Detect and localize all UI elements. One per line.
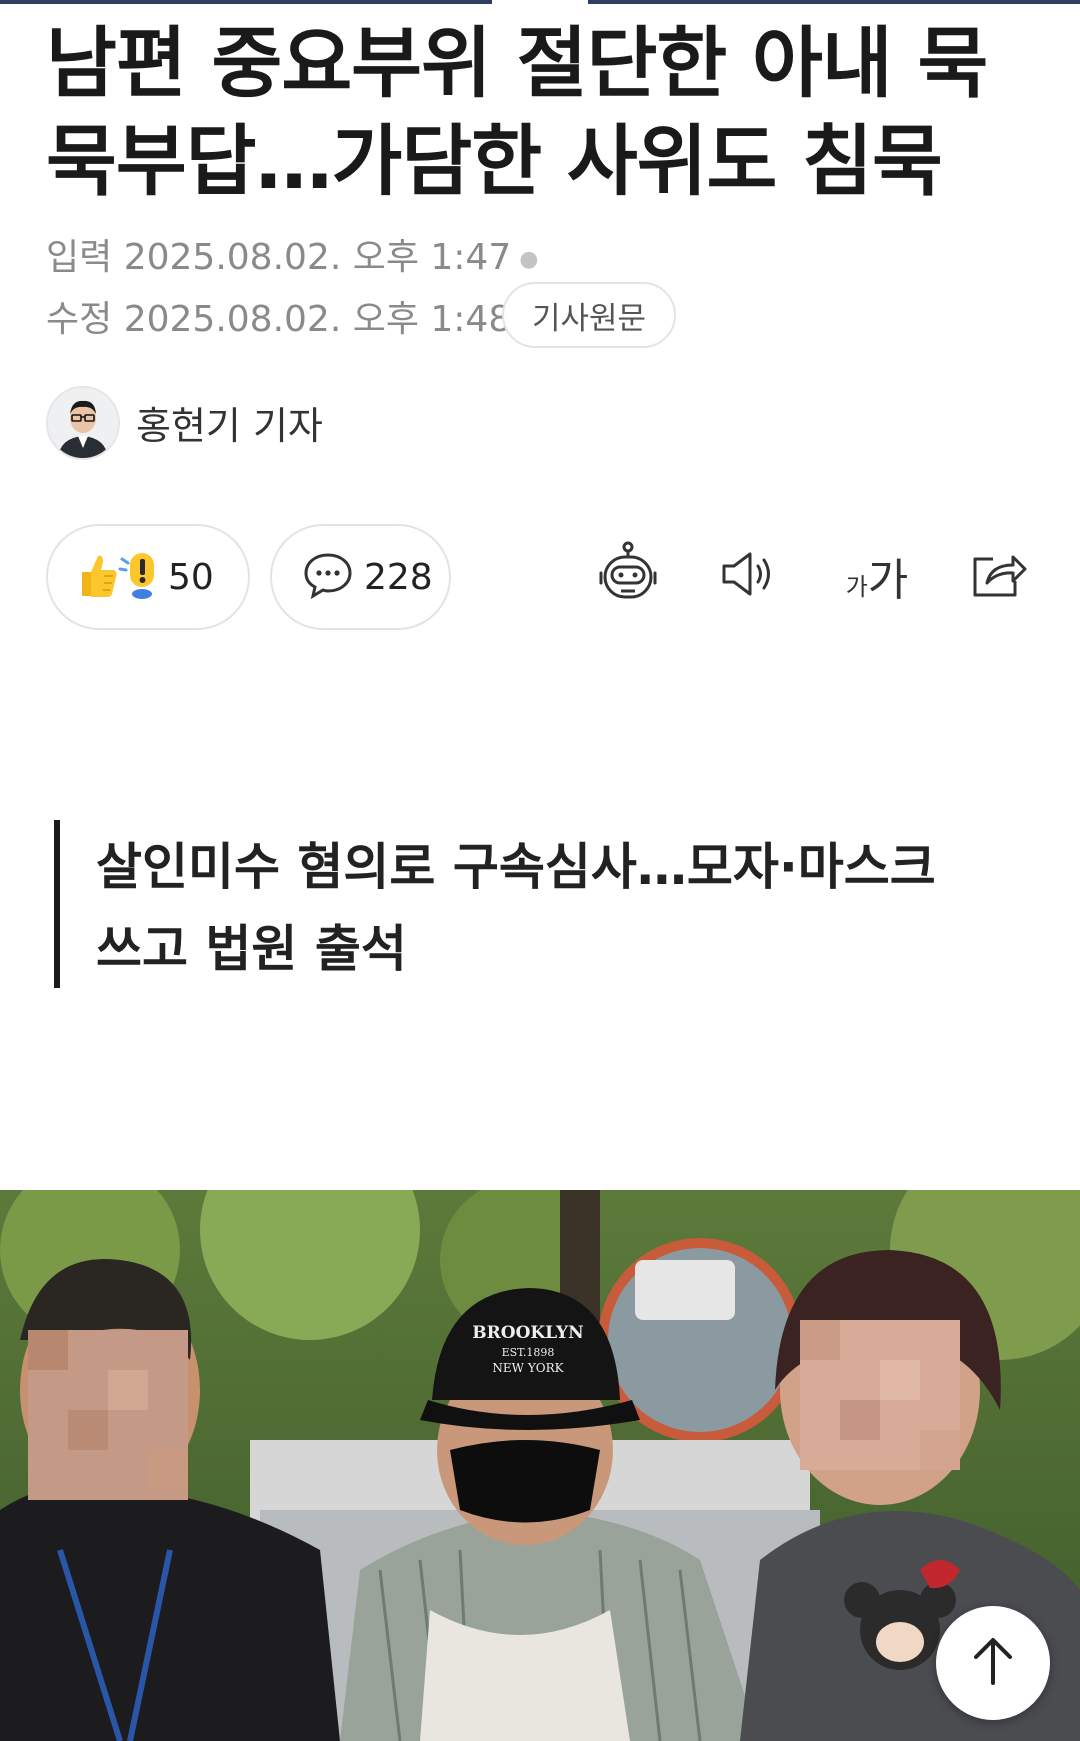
input-datetime: 2025.08.02. 오후 1:47: [123, 237, 512, 278]
share-button[interactable]: [958, 536, 1038, 616]
font-size-icon: 가가: [846, 544, 909, 608]
article-subtitle: 살인미수 혐의로 구속심사…모자·마스크 쓰고 법원 출석: [54, 820, 994, 988]
ai-summary-button[interactable]: [588, 536, 668, 616]
progress-segment: [0, 0, 492, 4]
reaction-count: 50: [168, 556, 214, 598]
cap-text-line2: EST.1898: [502, 1346, 555, 1359]
input-label: 입력: [46, 237, 113, 278]
modified-label: 수정: [46, 299, 113, 340]
comment-icon: [302, 549, 354, 605]
font-size-small-label: 가: [845, 573, 868, 601]
font-size-button[interactable]: 가가: [832, 536, 922, 616]
robot-summary-icon: [593, 539, 663, 613]
article-photo[interactable]: BROOKLYN EST.1898 NEW YORK: [0, 1190, 1080, 1741]
original-article-button[interactable]: 기사원문: [502, 282, 676, 348]
comment-button[interactable]: 228: [270, 524, 451, 630]
exclamation-icon: [118, 549, 158, 605]
modified-datetime: 2025.08.02. 오후 1:48: [123, 299, 512, 340]
reaction-button[interactable]: 50: [46, 524, 250, 630]
modified-time: 수정 2025.08.02. 오후 1:48: [46, 290, 511, 342]
arrow-up-icon: [968, 1633, 1018, 1693]
cap-text-line3: NEW YORK: [492, 1361, 564, 1375]
font-size-large-label: 가: [867, 555, 909, 606]
thumbs-up-icon: [76, 550, 120, 604]
progress-segment: [588, 0, 1080, 4]
scroll-to-top-button[interactable]: [936, 1606, 1050, 1720]
reading-progress-bar: [0, 0, 1080, 5]
reporter-avatar[interactable]: [46, 386, 120, 460]
reporter-name[interactable]: 홍현기 기자: [136, 395, 323, 450]
article-headline: 남편 중요부위 절단한 아내 묵묵부답…가담한 사위도 침묵: [46, 20, 988, 207]
speaker-icon: [718, 546, 782, 606]
cap-text-line1: BROOKLYN: [472, 1323, 583, 1343]
separator-dot: ●: [519, 246, 539, 272]
published-time: 입력 2025.08.02. 오후 1:47 ●: [46, 228, 538, 280]
listen-button[interactable]: [710, 536, 790, 616]
share-icon: [967, 545, 1029, 607]
comment-count: 228: [364, 556, 433, 598]
black-mask: [450, 1440, 600, 1523]
